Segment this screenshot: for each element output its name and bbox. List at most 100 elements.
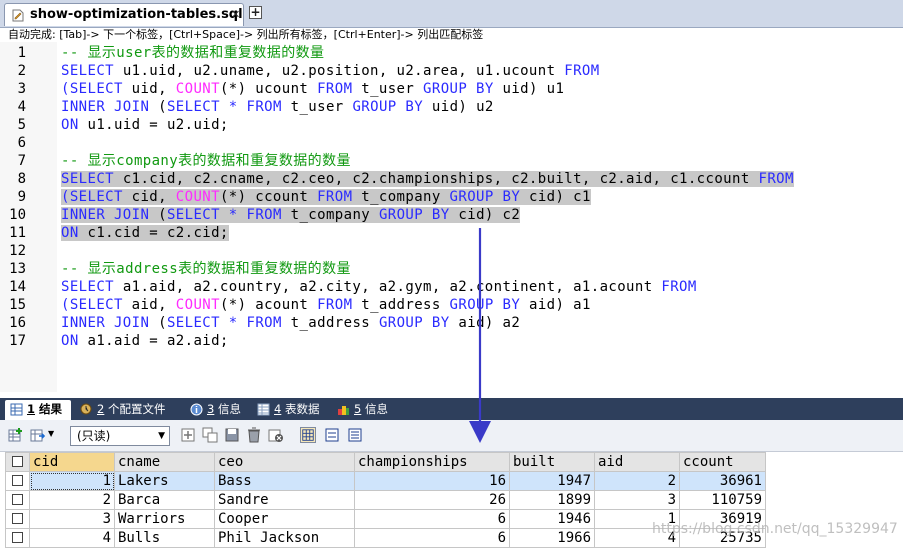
new-tab-button[interactable]: + (249, 6, 262, 19)
close-icon[interactable]: ✕ (231, 8, 240, 22)
result-tab-1[interactable]: 1 结果 (5, 400, 71, 420)
code-line[interactable]: -- 显示user表的数据和重复数据的数量 (61, 44, 324, 62)
cell-championships[interactable]: 6 (354, 509, 510, 529)
result-tab-3[interactable]: 3 信息 (185, 400, 247, 420)
table-row[interactable]: 2 Barca Sandre 26 1899 3 110759 (5, 490, 766, 510)
line-number: 8 (17, 171, 26, 187)
cell-built[interactable]: 1899 (509, 490, 595, 510)
grid-view-icon[interactable] (300, 427, 316, 443)
result-tab-4[interactable]: 4 表数据 (252, 400, 328, 420)
grid-icon (10, 403, 23, 416)
line-number: 10 (9, 207, 26, 223)
save-icon[interactable] (224, 427, 240, 443)
grid-mode-select[interactable]: (只读) ▼ (70, 426, 170, 446)
row-checkbox[interactable] (5, 528, 30, 548)
row-checkbox[interactable] (5, 490, 30, 510)
cancel-changes-icon[interactable] (268, 427, 284, 443)
code-line[interactable]: INNER JOIN (SELECT * FROM t_user GROUP B… (61, 98, 494, 116)
code-line[interactable]: SELECT c1.cid, c2.cname, c2.ceo, c2.cham… (61, 170, 794, 188)
cell-built[interactable]: 1966 (509, 528, 595, 548)
sql-keyword: SELECT (166, 99, 220, 115)
sql-keyword: FROM (246, 315, 282, 331)
selected-code-text: (SELECT cid, COUNT(*) ccount FROM t_comp… (61, 189, 591, 205)
delete-icon[interactable] (246, 427, 262, 443)
cell-championships[interactable]: 6 (354, 528, 510, 548)
sql-text: (*) ucount (219, 81, 318, 97)
code-line[interactable]: -- 显示company表的数据和重复数据的数量 (61, 152, 351, 170)
sql-keyword: (SELECT (61, 189, 123, 205)
cell-ceo[interactable]: Phil Jackson (214, 528, 355, 548)
code-text: ON u1.uid = u2.uid; (61, 117, 229, 133)
line-number-gutter: 1 2 3 4 5 6 7 8 9 10 11 12 13 14 15 16 17 (0, 42, 57, 392)
selected-code-text: SELECT c1.cid, c2.cname, c2.ceo, c2.cham… (61, 171, 794, 187)
sql-keyword: * (228, 315, 238, 331)
code-line[interactable]: ON u1.uid = u2.uid; (61, 116, 229, 134)
column-header-ceo[interactable]: ceo (214, 452, 355, 472)
cell-ceo[interactable]: Sandre (214, 490, 355, 510)
cell-built[interactable]: 1946 (509, 509, 595, 529)
column-header-cid[interactable]: cid (29, 452, 115, 472)
insert-row-icon[interactable] (180, 427, 196, 443)
code-line[interactable]: ON a1.aid = a2.aid; (61, 332, 229, 350)
sql-keyword: FROM (317, 189, 353, 205)
sql-keyword: FROM (246, 99, 282, 115)
cell-cid[interactable]: 2 (29, 490, 115, 510)
select-all-checkbox[interactable] (5, 452, 30, 472)
table-row[interactable]: 1 Lakers Bass 16 1947 2 36961 (5, 471, 766, 491)
sql-text: ( (149, 99, 167, 115)
result-tab-key: 3 (207, 402, 215, 416)
code-line[interactable]: (SELECT uid, COUNT(*) ucount FROM t_user… (61, 80, 564, 98)
column-header-ccount[interactable]: ccount (679, 452, 766, 472)
code-text: (SELECT uid, COUNT(*) ucount FROM t_user… (61, 81, 564, 97)
line-number: 17 (9, 333, 26, 349)
code-line[interactable]: ON c1.cid = c2.cid; (61, 224, 229, 242)
cell-cname[interactable]: Bulls (114, 528, 215, 548)
code-line[interactable]: INNER JOIN (SELECT * FROM t_address GROU… (61, 314, 520, 332)
file-tab[interactable]: show-optimization-tables.sql ✕ (4, 3, 244, 26)
column-header-aid[interactable]: aid (594, 452, 680, 472)
sql-keyword: * (228, 207, 238, 223)
row-checkbox[interactable] (5, 509, 30, 529)
chevron-down-icon[interactable]: ▼ (48, 429, 54, 438)
cell-cname[interactable]: Barca (114, 490, 215, 510)
sql-keyword: GROUP BY (449, 189, 521, 205)
column-header-built[interactable]: built (509, 452, 595, 472)
code-line[interactable]: (SELECT aid, COUNT(*) acount FROM t_addr… (61, 296, 591, 314)
cell-championships[interactable]: 26 (354, 490, 510, 510)
sql-editor[interactable]: 1 2 3 4 5 6 7 8 9 10 11 12 13 14 15 16 17 -- 显示user表的数据和… (0, 42, 903, 392)
add-row-icon[interactable] (8, 427, 24, 443)
result-tab-2[interactable]: 2 个配置文件 (75, 400, 181, 420)
cell-cname[interactable]: Warriors (114, 509, 215, 529)
cell-built[interactable]: 1947 (509, 471, 595, 491)
sql-keyword: ON (61, 225, 79, 241)
code-line[interactable]: -- 显示address表的数据和重复数据的数量 (61, 260, 351, 278)
cell-ccount[interactable]: 110759 (679, 490, 766, 510)
code-line[interactable]: SELECT u1.uid, u2.uname, u2.position, u2… (61, 62, 600, 80)
export-icon[interactable] (30, 427, 46, 443)
sql-keyword: (SELECT (61, 81, 123, 97)
form-view-icon[interactable] (324, 427, 340, 443)
cell-cid[interactable]: 1 (29, 471, 115, 491)
line-number: 5 (17, 117, 26, 133)
code-line[interactable]: INNER JOIN (SELECT * FROM t_company GROU… (61, 206, 521, 224)
cell-ceo[interactable]: Bass (214, 471, 355, 491)
cell-cid[interactable]: 3 (29, 509, 115, 529)
cell-aid[interactable]: 3 (594, 490, 680, 510)
chevron-down-icon: ▼ (158, 431, 165, 441)
cell-championships[interactable]: 16 (354, 471, 510, 491)
row-checkbox[interactable] (5, 471, 30, 491)
duplicate-row-icon[interactable] (202, 427, 218, 443)
cell-cname[interactable]: Lakers (114, 471, 215, 491)
column-header-championships[interactable]: championships (354, 452, 510, 472)
text-view-icon[interactable] (347, 427, 363, 443)
cell-cid[interactable]: 4 (29, 528, 115, 548)
code-line[interactable]: SELECT a1.aid, a2.country, a2.city, a2.g… (61, 278, 697, 296)
column-header-cname[interactable]: cname (114, 452, 215, 472)
cell-ceo[interactable]: Cooper (214, 509, 355, 529)
result-tab-5[interactable]: 5 信息 (332, 400, 398, 420)
sql-text: cid, (122, 189, 176, 205)
cell-ccount[interactable]: 36961 (679, 471, 766, 491)
cell-aid[interactable]: 2 (594, 471, 680, 491)
code-line[interactable]: (SELECT cid, COUNT(*) ccount FROM t_comp… (61, 188, 591, 206)
